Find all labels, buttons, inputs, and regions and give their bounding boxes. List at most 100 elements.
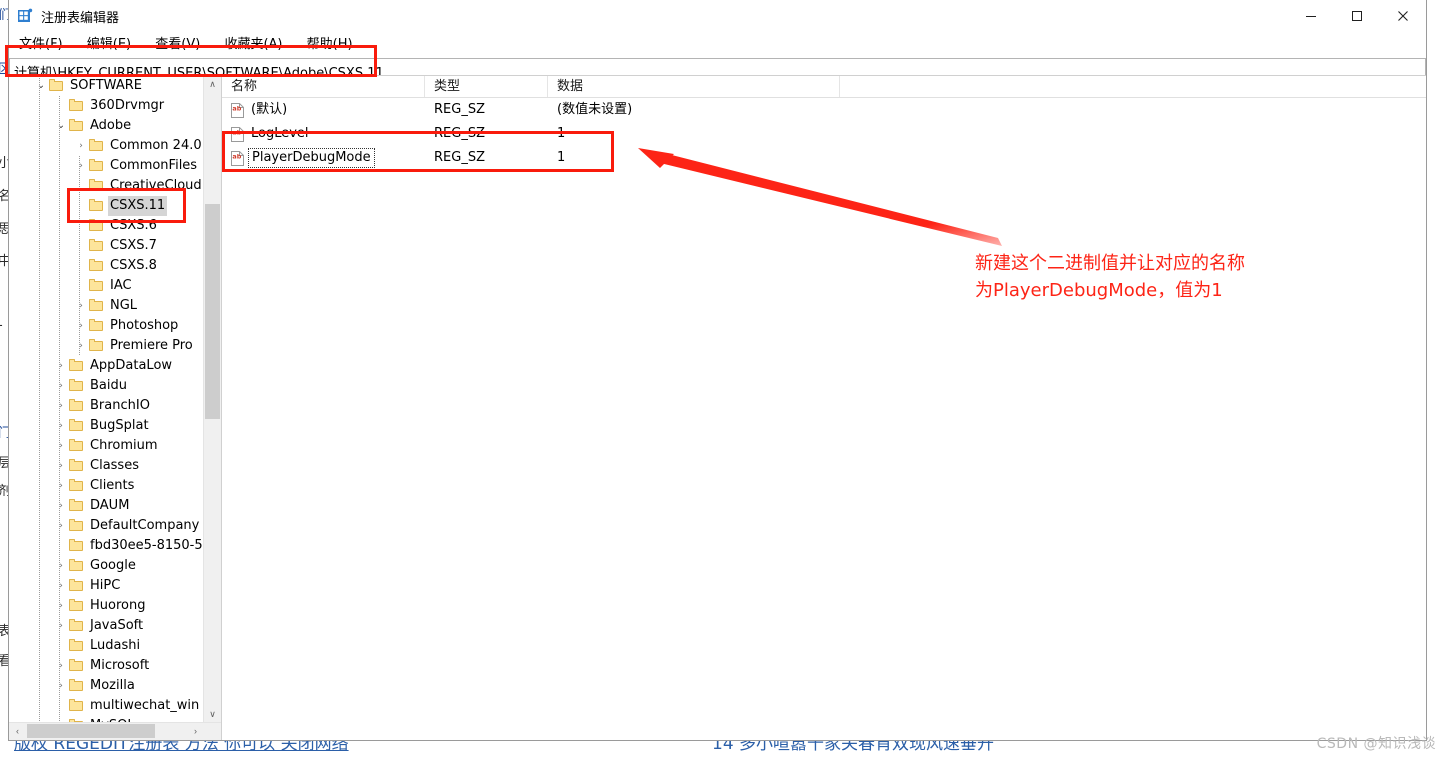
chevron-right-icon[interactable]: › <box>53 676 69 696</box>
chevron-right-icon[interactable]: › <box>53 396 69 416</box>
folder-icon <box>69 359 84 371</box>
folder-icon <box>69 439 84 451</box>
folder-icon <box>89 159 104 171</box>
tree-item-label: IAC <box>110 278 132 293</box>
tree-item-label: CreativeCloud <box>110 178 202 193</box>
table-row[interactable]: ab (默认) REG_SZ (数值未设置) <box>222 98 1426 122</box>
tree-item-label: SOFTWARE <box>70 78 142 93</box>
folder-icon <box>89 179 104 191</box>
registry-values-pane[interactable]: 名称 类型 数据 ab (默认) REG_SZ (数值未设置) ab LogLevel REG_… <box>222 75 1426 740</box>
string-value-icon: ab <box>231 103 244 118</box>
registry-tree[interactable]: ⌄ SOFTWARE 360Drvmgr ⌄ Adobe › Common 24.0 › Co… <box>9 76 204 723</box>
value-type: REG_SZ <box>434 126 485 141</box>
registry-values-list[interactable]: ab (默认) REG_SZ (数值未设置) ab LogLevel REG_SZ 1 ab Pl… <box>222 98 1426 170</box>
chevron-right-icon[interactable]: › <box>53 436 69 456</box>
chevron-right-icon[interactable]: › <box>73 296 89 316</box>
table-row[interactable]: ab LogLevel REG_SZ 1 <box>222 122 1426 146</box>
chevron-right-icon[interactable]: › <box>53 596 69 616</box>
content-area: ⌄ SOFTWARE 360Drvmgr ⌄ Adobe › Common 24.0 › Co… <box>9 75 1426 740</box>
tree-item-label: Chromium <box>90 438 158 453</box>
tree-item-label: multiwechat_win <box>90 698 200 713</box>
tree-item-label: CSXS.8 <box>110 258 157 273</box>
scroll-down-arrow[interactable]: ∨ <box>204 706 221 723</box>
chevron-right-icon[interactable]: › <box>53 476 69 496</box>
chevron-right-icon[interactable]: › <box>53 376 69 396</box>
menu-item-edit[interactable]: 编辑(E) <box>87 33 131 52</box>
close-button[interactable] <box>1380 0 1426 31</box>
minimize-icon <box>1306 15 1316 17</box>
chevron-right-icon[interactable]: › <box>53 416 69 436</box>
menu-item-view[interactable]: 查看(V) <box>155 33 200 52</box>
string-value-icon: ab <box>231 127 244 142</box>
chevron-right-icon[interactable]: › <box>53 496 69 516</box>
tree-item-label: Google <box>90 558 136 573</box>
chevron-right-icon[interactable]: › <box>73 136 89 156</box>
chevron-right-icon[interactable]: › <box>73 336 89 356</box>
folder-icon <box>69 679 84 691</box>
menu-item-file[interactable]: 文件(F) <box>19 33 63 52</box>
tree-item-label: CSXS.11 <box>108 196 168 216</box>
tree-item-label: DefaultCompany <box>90 518 200 533</box>
tree-vertical-scrollbar[interactable]: ∧ ∨ <box>203 76 221 723</box>
chevron-down-icon[interactable]: ⌄ <box>53 116 69 136</box>
folder-icon <box>69 699 84 711</box>
chevron-right-icon[interactable]: › <box>53 456 69 476</box>
tree-item-label: Photoshop <box>110 318 179 333</box>
tree-vertical-scroll-thumb[interactable] <box>205 204 220 419</box>
folder-icon <box>69 559 84 571</box>
chevron-down-icon[interactable]: ⌄ <box>33 76 49 96</box>
tree-item-label: BugSplat <box>90 418 149 433</box>
folder-icon <box>89 219 104 231</box>
scroll-left-arrow[interactable]: ‹ <box>9 723 26 739</box>
menu-item-favorites[interactable]: 收藏夹(A) <box>224 33 282 52</box>
chevron-right-icon[interactable]: › <box>53 656 69 676</box>
folder-icon <box>89 319 104 331</box>
registry-tree-pane[interactable]: ⌄ SOFTWARE 360Drvmgr ⌄ Adobe › Common 24.0 › Co… <box>9 75 222 740</box>
folder-icon <box>69 459 84 471</box>
chevron-right-icon[interactable]: › <box>53 556 69 576</box>
tree-horizontal-scroll-thumb[interactable] <box>27 724 155 738</box>
tree-item-label: CSXS.6 <box>110 218 157 233</box>
chevron-right-icon[interactable]: › <box>73 316 89 336</box>
chevron-right-icon[interactable]: › <box>53 576 69 596</box>
folder-icon <box>89 339 104 351</box>
tree-horizontal-scrollbar[interactable]: ‹ › <box>9 722 221 740</box>
chevron-right-icon[interactable]: › <box>53 516 69 536</box>
folder-icon <box>89 259 104 271</box>
svg-text:ab: ab <box>232 105 241 113</box>
svg-text:ab: ab <box>232 129 241 137</box>
tree-item-label: Classes <box>90 458 139 473</box>
minimize-button[interactable] <box>1288 0 1334 31</box>
column-header-type[interactable]: 类型 <box>425 76 548 97</box>
value-name: PlayerDebugMode <box>248 148 375 168</box>
string-value-icon: ab <box>231 151 244 166</box>
chevron-right-icon[interactable]: › <box>73 156 89 176</box>
folder-icon <box>69 519 84 531</box>
scroll-right-arrow[interactable]: › <box>187 723 204 739</box>
scroll-up-arrow[interactable]: ∧ <box>204 76 221 93</box>
folder-icon <box>69 619 84 631</box>
menu-item-help[interactable]: 帮助(H) <box>307 33 353 52</box>
maximize-button[interactable] <box>1334 0 1380 31</box>
table-row[interactable]: ab PlayerDebugMode REG_SZ 1 <box>222 146 1426 170</box>
tree-item-label: Huorong <box>90 598 146 613</box>
value-type: REG_SZ <box>434 102 485 117</box>
tree-item-label: Common 24.0 <box>110 138 202 153</box>
title-bar: 注册表编辑器 <box>9 0 1426 33</box>
folder-icon <box>69 119 84 131</box>
column-header-name[interactable]: 名称 <box>222 76 425 97</box>
list-column-headers: 名称 类型 数据 <box>222 76 1426 98</box>
folder-icon <box>69 539 84 551</box>
value-data: 1 <box>557 150 566 165</box>
tree-item-label: Adobe <box>90 118 132 133</box>
column-header-data[interactable]: 数据 <box>548 76 840 97</box>
tree-guide-line <box>59 96 60 723</box>
chevron-right-icon[interactable]: › <box>53 616 69 636</box>
folder-icon <box>69 579 84 591</box>
chevron-right-icon[interactable]: › <box>53 356 69 376</box>
